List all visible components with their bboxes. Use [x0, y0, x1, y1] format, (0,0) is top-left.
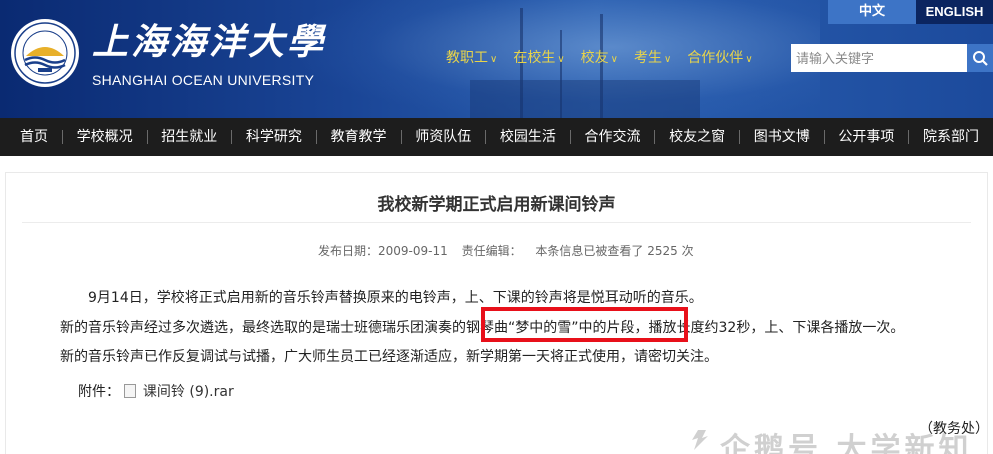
chevron-down-icon: ∨: [557, 54, 565, 65]
article-paragraph: 新的音乐铃声已作反复调试与试播，广大师生员工已经逐渐适应，新学期第一天将正式使用…: [60, 349, 718, 365]
brand-name-chinese: 上海海洋大學: [92, 21, 327, 63]
broken-image-icon: [124, 384, 137, 398]
nav-item-research[interactable]: 科学研究: [232, 118, 316, 156]
quick-nav-partners[interactable]: 合作伙伴 ∨: [687, 48, 752, 68]
nav-item-home[interactable]: 首页: [0, 118, 62, 156]
highlight-annotation-box: [481, 307, 688, 342]
responsible-editor: 责任编辑：: [461, 244, 522, 258]
nav-item-departments[interactable]: 院系部门: [909, 118, 993, 156]
chevron-down-icon: ∨: [490, 54, 498, 65]
search-icon: [973, 51, 988, 66]
nav-item-faculty[interactable]: 师资队伍: [401, 118, 485, 156]
attachment-row: 附件： 课间铃 (9).rar: [78, 382, 234, 402]
article-paragraph: 9月14日，学校将正式启用新的音乐铃声替换原来的电铃声，上、下课的铃声将是悦耳动…: [88, 290, 703, 306]
penguin-watermark-icon: [692, 430, 708, 450]
brand-name-english: SHANGHAI OCEAN UNIVERSITY: [92, 72, 315, 88]
watermark-text: 企鹅号 大学新知: [720, 432, 973, 454]
article-title: 我校新学期正式启用新课间铃声: [377, 195, 616, 215]
title-divider: [22, 222, 971, 223]
nav-item-campus-life[interactable]: 校园生活: [486, 118, 570, 156]
quick-nav-label: 校友: [580, 50, 609, 66]
chevron-down-icon: ∨: [745, 54, 753, 65]
language-chinese-button[interactable]: 中文: [828, 0, 916, 24]
university-seal-logo[interactable]: [10, 18, 80, 88]
nav-item-public-affairs[interactable]: 公开事项: [824, 118, 908, 156]
quick-nav-alumni[interactable]: 校友 ∨: [581, 48, 618, 68]
quick-nav-applicants[interactable]: 考生 ∨: [634, 48, 671, 68]
nav-item-library-museum[interactable]: 图书文博: [740, 118, 824, 156]
nav-item-education[interactable]: 教育教学: [317, 118, 401, 156]
nav-item-cooperation[interactable]: 合作交流: [570, 118, 654, 156]
quick-nav-label: 合作伙伴: [687, 50, 744, 66]
quick-nav-label: 教职工: [446, 50, 488, 66]
nav-item-alumni-window[interactable]: 校友之窗: [655, 118, 739, 156]
attachment-label: 附件：: [78, 384, 120, 400]
view-count: 本条信息已被查看了 2525 次: [535, 244, 694, 258]
nav-item-about[interactable]: 学校概况: [63, 118, 147, 156]
chevron-down-icon: ∨: [663, 54, 672, 65]
quick-nav-label: 考生: [633, 50, 662, 66]
site-header: 上海海洋大學 SHANGHAI OCEAN UNIVERSITY 中文 ENGL…: [0, 0, 993, 118]
attachment-link[interactable]: 课间铃 (9).rar: [143, 384, 234, 400]
nav-item-admissions[interactable]: 招生就业: [147, 118, 231, 156]
ship-hull-graphic: [470, 80, 700, 118]
main-navigation: 首页 学校概况 招生就业 科学研究 教育教学 师资队伍 校园生活 合作交流 校友…: [0, 118, 993, 156]
quick-nav-label: 在校生: [513, 50, 556, 66]
search-input[interactable]: [791, 44, 967, 72]
chevron-down-icon: ∨: [610, 54, 618, 65]
search-button[interactable]: [967, 44, 993, 72]
publish-date: 发布日期：2009-09-11: [318, 244, 448, 258]
quick-nav-students[interactable]: 在校生 ∨: [513, 48, 564, 68]
article-meta: 发布日期：2009-09-11 责任编辑： 本条信息已被查看了 2525 次: [318, 242, 704, 259]
language-english-button[interactable]: ENGLISH: [916, 0, 993, 24]
audience-quick-nav: 教职工 ∨ 在校生 ∨ 校友 ∨ 考生 ∨ 合作伙伴 ∨: [446, 48, 753, 68]
quick-nav-staff[interactable]: 教职工 ∨: [446, 48, 497, 68]
